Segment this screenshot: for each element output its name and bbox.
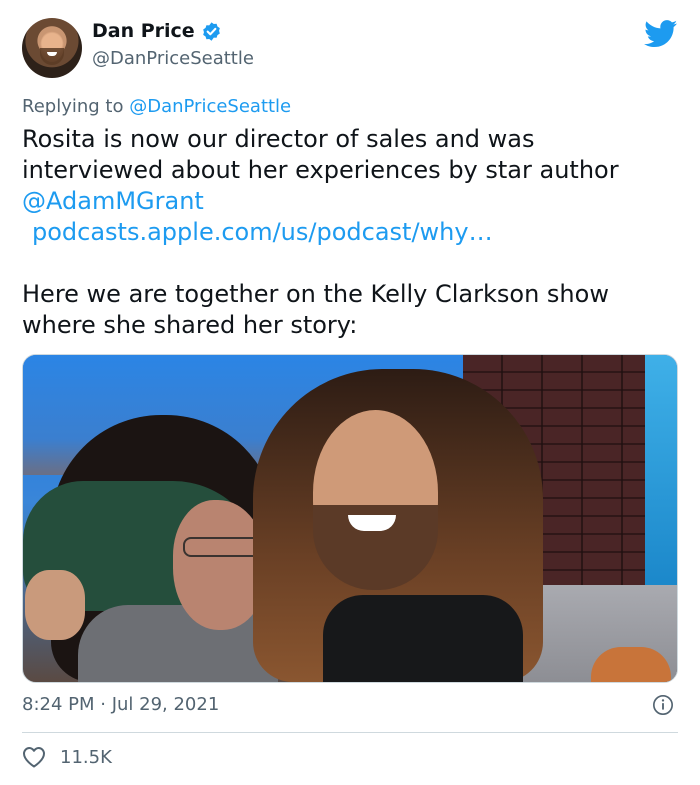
photo-pillow: [591, 647, 671, 682]
avatar[interactable]: [22, 18, 82, 78]
avatar-beard: [40, 48, 64, 65]
info-icon[interactable]: [652, 694, 674, 716]
tweet-card: Dan Price @DanPriceSeattle Replying to @…: [0, 0, 700, 785]
tweet-paragraph-2: Here we are together on the Kelly Clarks…: [22, 280, 609, 339]
twitter-bird-icon[interactable]: [644, 20, 678, 48]
photo-man-shirt: [323, 595, 523, 682]
tweet-text: Rosita is now our director of sales and …: [22, 124, 682, 341]
tweet-header: Dan Price @DanPriceSeattle: [22, 18, 678, 80]
tweet-line-1: Rosita is now our director of sales and …: [22, 125, 619, 184]
heart-icon[interactable]: [22, 746, 46, 768]
like-action[interactable]: 11.5K: [22, 746, 112, 768]
photo-hand: [25, 570, 85, 640]
mention-link[interactable]: @AdamMGrant: [22, 186, 682, 217]
author-handle[interactable]: @DanPriceSeattle: [92, 48, 254, 69]
verified-badge-icon: [202, 21, 220, 41]
like-count: 11.5K: [60, 746, 112, 768]
divider: [22, 732, 678, 733]
replying-to-prefix: Replying to: [22, 96, 130, 117]
tweet-photo[interactable]: [22, 354, 678, 683]
replying-to-line: Replying to @DanPriceSeattle: [22, 96, 291, 117]
author-block: Dan Price @DanPriceSeattle: [92, 20, 254, 69]
name-row: Dan Price: [92, 20, 254, 42]
photo-blue-panel: [645, 355, 677, 595]
tweet-timestamp[interactable]: 8:24 PM · Jul 29, 2021: [22, 694, 219, 715]
display-name[interactable]: Dan Price: [92, 20, 195, 42]
podcast-url-link[interactable]: podcasts.apple.com/us/podcast/why…: [22, 217, 682, 248]
replying-to-mention[interactable]: @DanPriceSeattle: [129, 96, 291, 117]
